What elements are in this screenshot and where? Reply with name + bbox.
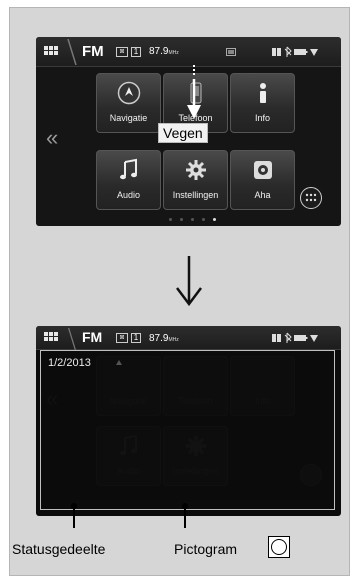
apps-button[interactable] xyxy=(300,187,322,209)
tile-label: Info xyxy=(254,113,270,123)
tile-audio[interactable]: Audio xyxy=(96,150,161,210)
media-icon xyxy=(226,48,236,56)
status-area-callout-line xyxy=(73,506,75,528)
pictogram-sample-icon xyxy=(268,536,290,558)
aha-icon xyxy=(254,161,272,179)
swipe-down-arrow-icon xyxy=(187,65,201,119)
scroll-left-chevron-icon[interactable]: « xyxy=(46,125,58,151)
tile-label: Audio xyxy=(116,190,141,200)
band-label: FM xyxy=(82,329,103,345)
frequency-value: 87.9 xyxy=(149,46,169,57)
frequency-readout: 87.9MHz xyxy=(149,333,179,344)
info-icon xyxy=(260,83,266,103)
channel-badge: ⊠ xyxy=(116,47,128,57)
status-bar[interactable]: FM ⊠ 1 87.9MHz xyxy=(36,37,341,67)
system-status-icons xyxy=(272,46,318,57)
status-area-label: Statusgedeelte xyxy=(12,541,106,557)
music-note-icon xyxy=(120,158,137,180)
settings-gear-icon xyxy=(186,160,206,180)
tile-aha[interactable]: Aha xyxy=(230,150,295,210)
band-label: FM xyxy=(82,43,104,60)
frequency-value: 87.9 xyxy=(149,333,169,344)
channel-number: 1 xyxy=(131,333,141,343)
tile-settings[interactable]: Instellingen xyxy=(163,150,228,210)
page-indicator xyxy=(169,218,216,221)
home-grid-icon[interactable] xyxy=(44,46,58,56)
status-area-drawer[interactable]: 1/2/2013 xyxy=(40,350,335,510)
system-status-icons xyxy=(272,332,318,343)
transition-arrow-icon xyxy=(176,256,202,306)
frequency-unit: MHz xyxy=(168,337,179,343)
tile-label: Navigatie xyxy=(109,113,148,123)
tile-navigation[interactable]: Navigatie xyxy=(96,73,161,133)
tile-label: Aha xyxy=(254,190,271,200)
frequency-unit: MHz xyxy=(168,50,179,56)
tile-info[interactable]: Info xyxy=(230,73,295,133)
apps-grid-icon xyxy=(305,193,317,202)
illustration-panel: FM ⊠ 1 87.9MHz Navigatie Telefoon Info A… xyxy=(9,7,350,576)
navigation-icon xyxy=(117,81,141,105)
notification-icon xyxy=(116,360,122,365)
frequency-readout: 87.9MHz xyxy=(149,46,179,57)
status-divider xyxy=(67,39,77,65)
date-label: 1/2/2013 xyxy=(48,357,91,369)
status-bar[interactable]: FM ⊠ 1 87.9MHz xyxy=(36,326,341,350)
channel-number: 1 xyxy=(131,47,141,57)
icon-label: Pictogram xyxy=(174,541,238,557)
swipe-label: Vegen xyxy=(158,123,208,143)
home-grid-icon[interactable] xyxy=(44,332,58,342)
status-drawer-screen: FM ⊠ 1 87.9MHz Navigatie Telefoon Info xyxy=(36,326,341,516)
icon-callout-line xyxy=(184,506,186,528)
status-divider xyxy=(68,328,76,350)
home-screen: FM ⊠ 1 87.9MHz Navigatie Telefoon Info A… xyxy=(36,37,341,226)
tile-label: Instellingen xyxy=(172,190,219,200)
channel-badge: ⊠ xyxy=(116,333,128,343)
